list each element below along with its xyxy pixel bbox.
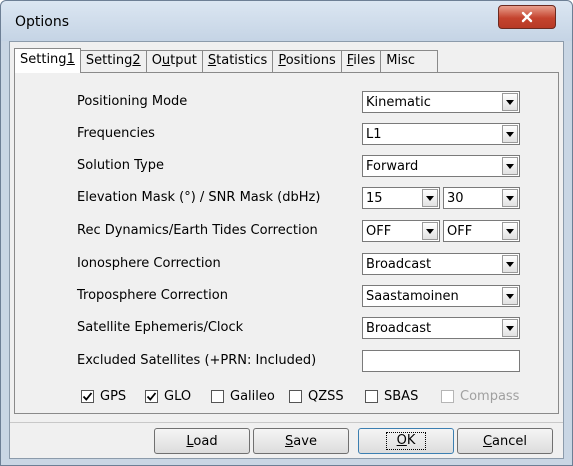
dropdown-arrow-icon[interactable]: [502, 189, 518, 207]
earth-tides-select[interactable]: OFF: [443, 220, 520, 242]
tab-misc[interactable]: Misc: [380, 50, 439, 72]
frequencies-select[interactable]: L1: [362, 123, 520, 145]
sbas-label: SBAS: [384, 389, 419, 404]
tab-positions[interactable]: Positions: [272, 50, 342, 72]
button-separator: [10, 422, 563, 423]
troposphere-label: Troposphere Correction: [77, 288, 228, 303]
dialog-client-area: Setting1 Setting2 Output Statistics Posi…: [9, 41, 564, 459]
tab-files[interactable]: Files: [340, 50, 382, 72]
troposphere-select[interactable]: Saastamoinen: [362, 285, 520, 307]
gps-label: GPS: [100, 389, 127, 404]
positioning-mode-label: Positioning Mode: [77, 94, 188, 109]
gps-checkbox[interactable]: GPS: [81, 389, 126, 404]
elevation-mask-select[interactable]: 15: [362, 187, 440, 209]
solution-type-label: Solution Type: [77, 158, 164, 173]
ok-button[interactable]: OK: [358, 428, 454, 454]
dropdown-arrow-icon[interactable]: [502, 222, 518, 240]
close-x-icon: [521, 11, 533, 23]
rec-dynamics-label: Rec Dynamics/Earth Tides Correction: [77, 223, 318, 238]
options-dialog: Options Setting1 Setting2 Output Statist…: [0, 0, 573, 466]
solution-type-select[interactable]: Forward: [362, 155, 520, 177]
settings-panel: Positioning Mode Kinematic Frequencies L…: [14, 72, 559, 414]
ephemeris-select[interactable]: Broadcast: [362, 317, 520, 339]
cancel-button[interactable]: Cancel: [457, 428, 553, 454]
earth-tides-value: OFF: [447, 224, 473, 239]
qzss-label: QZSS: [308, 389, 344, 404]
elevation-mask-label: Elevation Mask (°) / SNR Mask (dbHz): [77, 190, 321, 205]
snr-mask-select[interactable]: 30: [443, 187, 520, 209]
elevation-mask-value: 15: [366, 191, 383, 206]
excluded-satellites-input[interactable]: [362, 350, 520, 372]
troposphere-value: Saastamoinen: [366, 289, 459, 304]
tab-output[interactable]: Output: [145, 50, 203, 72]
load-button[interactable]: Load: [154, 428, 250, 454]
ionosphere-select[interactable]: Broadcast: [362, 253, 520, 275]
snr-mask-value: 30: [447, 191, 464, 206]
checkmark-icon[interactable]: [145, 390, 158, 403]
dropdown-arrow-icon[interactable]: [502, 287, 518, 305]
tab-setting1[interactable]: Setting1: [14, 48, 81, 73]
tab-statistics[interactable]: Statistics: [201, 50, 274, 72]
window-title: Options: [15, 14, 70, 30]
checkmark-icon[interactable]: [81, 390, 94, 403]
sbas-checkbox[interactable]: SBAS: [365, 389, 418, 404]
ionosphere-value: Broadcast: [366, 257, 432, 272]
ephemeris-value: Broadcast: [366, 321, 432, 336]
qzss-checkbox[interactable]: QZSS: [289, 389, 344, 404]
positioning-mode-select[interactable]: Kinematic: [362, 91, 520, 113]
tab-setting2[interactable]: Setting2: [79, 50, 147, 72]
close-button[interactable]: [498, 5, 556, 29]
rec-dynamics-value: OFF: [366, 224, 392, 239]
dropdown-arrow-icon[interactable]: [422, 222, 438, 240]
ionosphere-label: Ionosphere Correction: [77, 256, 221, 271]
positioning-mode-value: Kinematic: [366, 95, 431, 110]
excluded-satellites-label: Excluded Satellites (+PRN: Included): [77, 353, 317, 368]
dropdown-arrow-icon[interactable]: [502, 125, 518, 143]
glo-checkbox[interactable]: GLO: [145, 389, 191, 404]
frequencies-label: Frequencies: [77, 126, 155, 141]
compass-checkbox: Compass: [441, 389, 519, 404]
save-button[interactable]: Save: [253, 428, 349, 454]
ephemeris-label: Satellite Ephemeris/Clock: [77, 320, 244, 335]
dropdown-arrow-icon[interactable]: [422, 189, 438, 207]
dropdown-arrow-icon[interactable]: [502, 157, 518, 175]
rec-dynamics-select[interactable]: OFF: [362, 220, 440, 242]
glo-label: GLO: [164, 389, 192, 404]
dropdown-arrow-icon[interactable]: [502, 93, 518, 111]
galileo-checkbox[interactable]: Galileo: [211, 389, 275, 404]
dropdown-arrow-icon[interactable]: [502, 255, 518, 273]
title-bar[interactable]: Options: [1, 1, 572, 41]
dropdown-arrow-icon[interactable]: [502, 319, 518, 337]
solution-type-value: Forward: [366, 159, 419, 174]
tab-strip: Setting1 Setting2 Output Statistics Posi…: [14, 48, 439, 73]
galileo-label: Galileo: [230, 389, 275, 404]
frequencies-value: L1: [366, 127, 382, 142]
compass-label: Compass: [460, 389, 520, 404]
